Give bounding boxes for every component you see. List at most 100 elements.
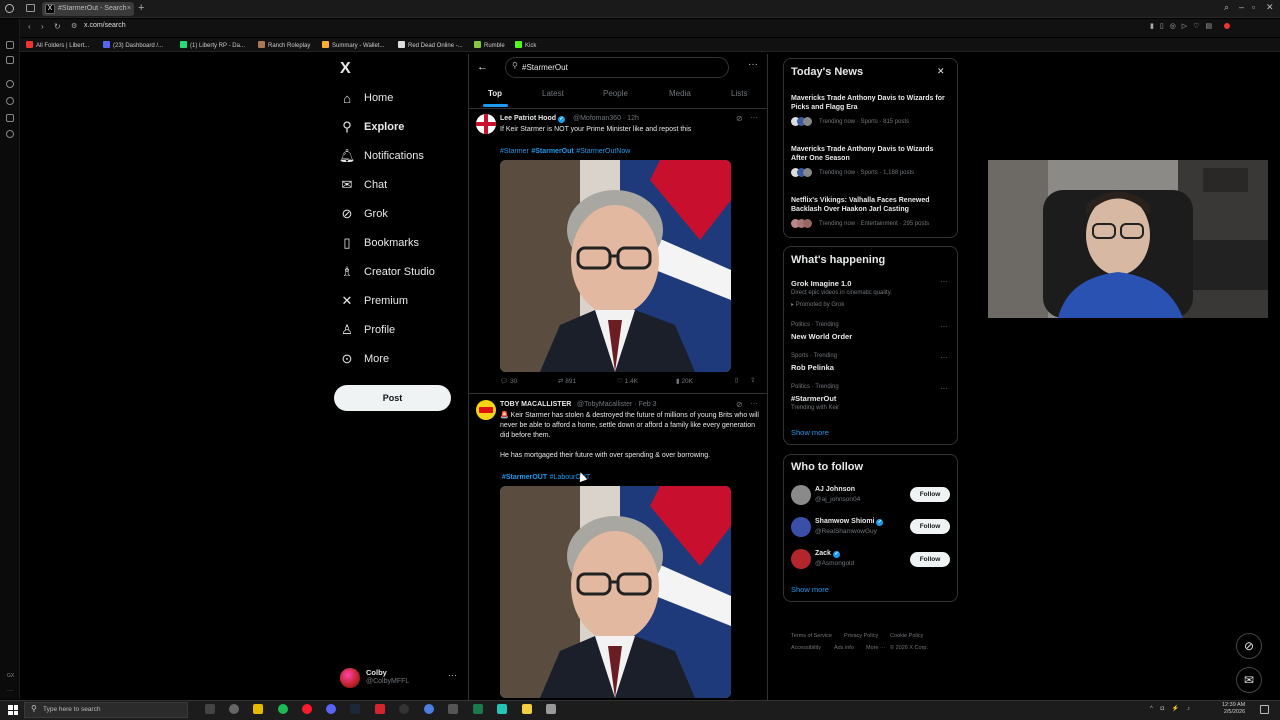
sidebar-bottom-icon[interactable]: GX xyxy=(7,673,14,679)
sidebar-icon-2[interactable] xyxy=(6,56,14,64)
tab-top[interactable]: Top xyxy=(488,89,502,98)
maximize-icon[interactable]: ▫ xyxy=(1252,2,1255,12)
reload-icon[interactable]: ↻ xyxy=(54,22,61,31)
settings-icon[interactable] xyxy=(6,130,14,138)
follow-button[interactable]: Follow xyxy=(910,519,950,534)
bookmark-item[interactable]: All Folders | Libert... xyxy=(26,41,89,49)
trend-name[interactable]: Grok Imagine 1.0 xyxy=(791,279,851,288)
close-tab-icon[interactable]: × xyxy=(127,2,131,16)
tab-media[interactable]: Media xyxy=(669,89,691,98)
user-name[interactable]: Zack ✓ xyxy=(815,550,840,558)
account-switcher[interactable]: Colby @ColbyMFFL ··· xyxy=(340,666,460,690)
browser-toolbar-icons[interactable]: ▮▯◎▷♡▤ xyxy=(1150,22,1218,30)
tab-people[interactable]: People xyxy=(603,89,628,98)
user-avatar[interactable] xyxy=(791,485,811,505)
trend-more-icon[interactable]: ··· xyxy=(940,322,948,331)
tweet-more-icon[interactable]: ··· xyxy=(750,113,758,122)
sidebar-icon-1[interactable] xyxy=(6,41,14,49)
tweet-avatar[interactable] xyxy=(476,400,496,420)
bookmark-item[interactable]: Summary - Wallet... xyxy=(322,41,384,49)
grok-icon[interactable]: ⊘ xyxy=(736,400,743,409)
discord-icon[interactable] xyxy=(326,704,336,714)
opera-icon[interactable] xyxy=(302,704,312,714)
tab-list-icon[interactable] xyxy=(26,4,35,12)
show-more-link[interactable]: Show more xyxy=(791,428,829,437)
obs-icon[interactable] xyxy=(399,704,409,714)
show-more-link[interactable]: Show more xyxy=(791,585,829,594)
sidebar-more-icon[interactable]: ··· xyxy=(7,688,13,694)
trend-more-icon[interactable]: ··· xyxy=(940,277,948,286)
nav-chat[interactable]: ✉ Chat xyxy=(340,173,388,197)
app-icon[interactable] xyxy=(473,704,483,714)
close-icon[interactable]: ✕ xyxy=(937,66,945,77)
trend-name[interactable]: #StarmerOut xyxy=(791,394,836,403)
news-item-title[interactable]: Mavericks Trade Anthony Davis to Wizards… xyxy=(791,94,951,112)
user-avatar[interactable] xyxy=(791,549,811,569)
like-button[interactable]: ♡ 1.4K xyxy=(617,377,638,385)
app-icon[interactable] xyxy=(424,704,434,714)
grok-icon[interactable]: ⊘ xyxy=(736,114,743,123)
nav-profile[interactable]: ♙ Profile xyxy=(340,318,395,342)
nav-bookmarks[interactable]: ▯ Bookmarks xyxy=(340,231,419,255)
bookmark-item[interactable]: Kick xyxy=(515,41,536,49)
hashtag-link[interactable]: #StarmerOutNow xyxy=(576,148,630,155)
share-icon[interactable]: ⇪ xyxy=(750,376,755,384)
post-button[interactable]: Post xyxy=(334,385,451,411)
url-field[interactable]: x.com/search xyxy=(84,22,126,29)
trend-name[interactable]: Rob Pelinka xyxy=(791,363,834,372)
tweet-image[interactable] xyxy=(500,160,731,372)
system-tray-icons[interactable]: ^ ◘ ⚡ ♪ xyxy=(1150,705,1193,712)
tweet-image[interactable] xyxy=(500,486,731,698)
footer-link[interactable]: Accessibility xyxy=(791,645,821,651)
notepad-icon[interactable] xyxy=(546,704,556,714)
back-arrow-icon[interactable]: ← xyxy=(477,61,488,73)
news-item-title[interactable]: Netflix's Vikings: Valhalla Faces Renewe… xyxy=(791,196,951,214)
tweet-author[interactable]: Lee Patriot Hood ✓ xyxy=(500,115,565,123)
tab-lists[interactable]: Lists xyxy=(731,89,747,98)
bookmark-item[interactable]: Ranch Roleplay xyxy=(258,41,310,49)
follow-button[interactable]: Follow xyxy=(910,552,950,567)
bookmark-item[interactable]: (1) Liberty RP - Da... xyxy=(180,41,245,49)
tab-latest[interactable]: Latest xyxy=(542,89,564,98)
news-item-title[interactable]: Mavericks Trade Anthony Davis to Wizards… xyxy=(791,145,951,163)
history-icon[interactable] xyxy=(6,97,14,105)
forward-icon[interactable]: › xyxy=(41,22,44,31)
app-icon[interactable] xyxy=(448,704,458,714)
x-logo[interactable]: X xyxy=(340,60,351,78)
bookmark-item[interactable]: Rumble xyxy=(474,41,505,49)
trend-more-icon[interactable]: ··· xyxy=(940,353,948,362)
nav-explore[interactable]: ⚲ Explore xyxy=(340,115,404,139)
messages-float-button[interactable]: ✉ xyxy=(1236,667,1262,693)
back-icon[interactable]: ‹ xyxy=(28,22,31,31)
minimize-icon[interactable]: – xyxy=(1239,2,1244,12)
views-button[interactable]: ▮ 20K xyxy=(676,377,693,385)
close-window-icon[interactable]: ✕ xyxy=(1266,2,1274,13)
sidebar-icon-3[interactable] xyxy=(6,80,14,88)
footer-link[interactable]: Ads info xyxy=(834,645,854,651)
trend-name[interactable]: New World Order xyxy=(791,332,852,341)
browser-logo-icon[interactable] xyxy=(5,4,14,13)
app-icon[interactable] xyxy=(375,704,385,714)
bookmark-item[interactable]: Red Dead Online -... xyxy=(398,41,463,49)
task-view-icon[interactable] xyxy=(205,704,215,714)
nav-grok[interactable]: ⊘ Grok xyxy=(340,202,388,226)
app-icon[interactable] xyxy=(522,704,532,714)
notification-center-icon[interactable] xyxy=(1260,705,1269,714)
trend-more-icon[interactable]: ··· xyxy=(940,384,948,393)
footer-link[interactable]: Terms of Service xyxy=(791,633,832,639)
nav-premium[interactable]: ✕ Premium xyxy=(340,289,408,313)
search-settings-icon[interactable]: ··· xyxy=(748,59,758,70)
tweet-avatar[interactable] xyxy=(476,114,496,134)
windows-start-icon[interactable] xyxy=(8,705,18,715)
site-info-icon[interactable]: ⚙ xyxy=(71,22,77,30)
tweet-author[interactable]: TOBY MACALLISTER xyxy=(500,401,571,408)
nav-notifications[interactable]: 🔔︎ Notifications xyxy=(339,144,424,168)
browser-tab[interactable]: X #StarmerOut - Search × xyxy=(42,2,134,16)
user-name[interactable]: AJ Johnson xyxy=(815,486,855,493)
steam-icon[interactable] xyxy=(350,704,360,714)
settings-icon[interactable] xyxy=(229,704,239,714)
spotify-icon[interactable] xyxy=(278,704,288,714)
user-name[interactable]: Shamwow Shiomi ✓ xyxy=(815,518,884,526)
tweet-handle[interactable]: @Mofoman360 · 12h xyxy=(573,115,639,122)
nav-home[interactable]: ⌂ Home xyxy=(340,86,393,110)
